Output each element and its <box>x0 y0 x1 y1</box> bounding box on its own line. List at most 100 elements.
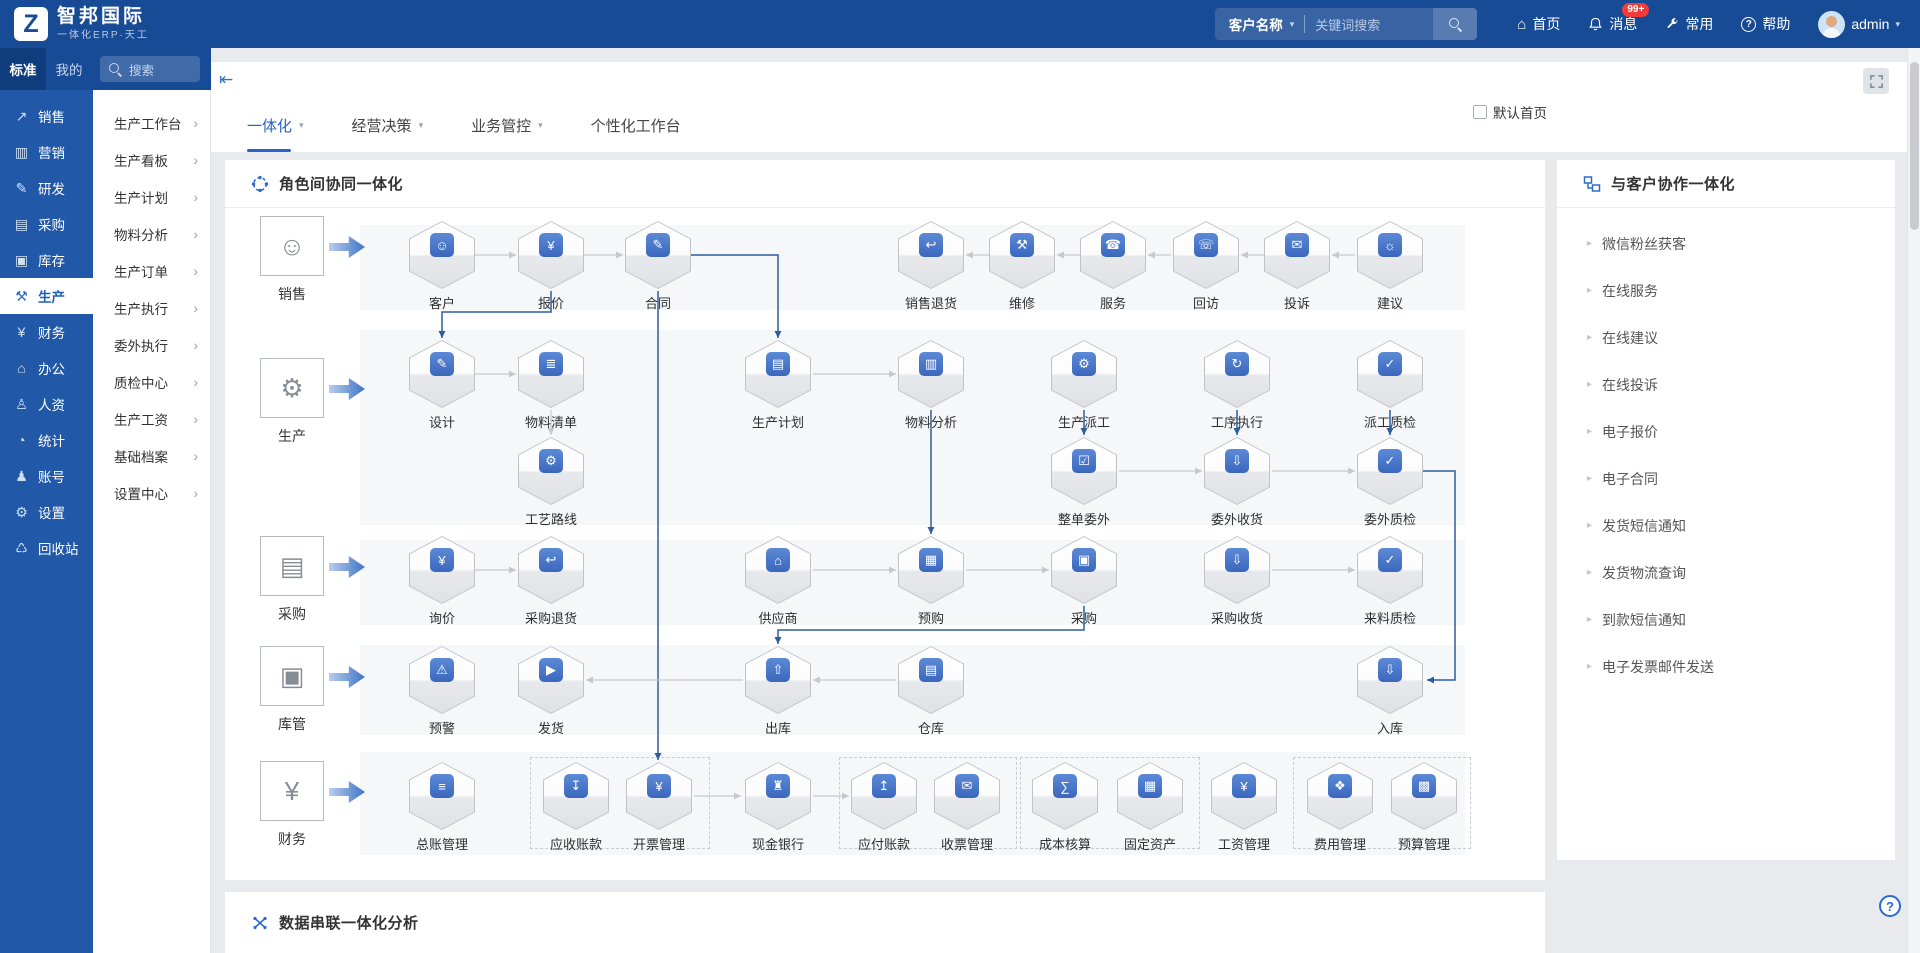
diagram-node-label[interactable]: 预警 <box>394 718 490 737</box>
diagram-node-label[interactable]: 委外收货 <box>1189 509 1285 528</box>
diagram-node-label[interactable]: 成本核算 <box>1017 834 1113 853</box>
rail-item-人资[interactable]: ♙人资 <box>0 386 93 422</box>
diagram-node-应付账款[interactable]: ↥ <box>851 762 917 830</box>
nav-home[interactable]: ⌂ 首页 <box>1517 14 1560 34</box>
diagram-node-label[interactable]: 仓库 <box>883 718 979 737</box>
sidebar-tab-standard[interactable]: 标准 <box>0 48 46 90</box>
diagram-node-label[interactable]: 维修 <box>974 293 1070 312</box>
diagram-node-工资管理[interactable]: ¥ <box>1211 762 1277 830</box>
diagram-node-label[interactable]: 合同 <box>610 293 706 312</box>
customer-item-电子报价[interactable]: ▸电子报价 <box>1557 408 1895 455</box>
diagram-node-label[interactable]: 预算管理 <box>1376 834 1472 853</box>
diagram-node-label[interactable]: 出库 <box>730 718 826 737</box>
diagram-node-label[interactable]: 派工质检 <box>1342 412 1438 431</box>
diagram-node-开票管理[interactable]: ¥ <box>626 762 692 830</box>
diagram-node-label[interactable]: 工艺路线 <box>503 509 599 528</box>
diagram-node-合同[interactable]: ✎ <box>625 221 691 289</box>
diagram-node-物料分析[interactable]: ▥ <box>898 340 964 408</box>
search-button[interactable] <box>1433 8 1477 40</box>
diagram-node-label[interactable]: 物料分析 <box>883 412 979 431</box>
diagram-node-入库[interactable]: ⇩ <box>1357 646 1423 714</box>
customer-item-发货短信通知[interactable]: ▸发货短信通知 <box>1557 502 1895 549</box>
diagram-node-预警[interactable]: ⚠ <box>409 646 475 714</box>
nav-favorites[interactable]: 常用 <box>1665 14 1713 34</box>
diagram-node-客户[interactable]: ☺ <box>409 221 475 289</box>
diagram-node-设计[interactable]: ✎ <box>409 340 475 408</box>
diagram-node-label[interactable]: 固定资产 <box>1102 834 1198 853</box>
diagram-node-发货[interactable]: ▶ <box>518 646 584 714</box>
diagram-node-建议[interactable]: ☼ <box>1357 221 1423 289</box>
diagram-node-label[interactable]: 设计 <box>394 412 490 431</box>
sidebar-search[interactable]: 搜索 <box>100 56 200 82</box>
diagram-node-整单委外[interactable]: ☑ <box>1051 437 1117 505</box>
diagram-node-label[interactable]: 供应商 <box>730 608 826 627</box>
submenu-item-生产计划[interactable]: 生产计划› <box>93 178 210 215</box>
checkbox-icon[interactable] <box>1473 105 1487 119</box>
diagram-node-回访[interactable]: ☏ <box>1173 221 1239 289</box>
diagram-node-label[interactable]: 发货 <box>503 718 599 737</box>
rail-item-办公[interactable]: ⌂办公 <box>0 350 93 386</box>
fullscreen-button[interactable] <box>1863 68 1889 94</box>
diagram-node-label[interactable]: 预购 <box>883 608 979 627</box>
diagram-node-仓库[interactable]: ▤ <box>898 646 964 714</box>
customer-item-到款短信通知[interactable]: ▸到款短信通知 <box>1557 596 1895 643</box>
diagram-node-label[interactable]: 采购 <box>1036 608 1132 627</box>
diagram-node-label[interactable]: 入库 <box>1342 718 1438 737</box>
customer-item-在线投诉[interactable]: ▸在线投诉 <box>1557 361 1895 408</box>
diagram-node-来料质检[interactable]: ✓ <box>1357 536 1423 604</box>
diagram-node-label[interactable]: 总账管理 <box>394 834 490 853</box>
diagram-node-应收账款[interactable]: ↧ <box>543 762 609 830</box>
diagram-node-label[interactable]: 来料质检 <box>1342 608 1438 627</box>
rail-item-营销[interactable]: ▥营销 <box>0 134 93 170</box>
rail-item-研发[interactable]: ✎研发 <box>0 170 93 206</box>
diagram-node-label[interactable]: 回访 <box>1158 293 1254 312</box>
diagram-node-label[interactable]: 整单委外 <box>1036 509 1132 528</box>
diagram-node-预购[interactable]: ▦ <box>898 536 964 604</box>
diagram-node-报价[interactable]: ¥ <box>518 221 584 289</box>
rail-item-采购[interactable]: ▤采购 <box>0 206 93 242</box>
submenu-item-物料分析[interactable]: 物料分析› <box>93 215 210 252</box>
diagram-node-成本核算[interactable]: ∑ <box>1032 762 1098 830</box>
diagram-node-label[interactable]: 生产派工 <box>1036 412 1132 431</box>
nav-messages[interactable]: 消息 99+ <box>1588 14 1637 34</box>
diagram-node-label[interactable]: 建议 <box>1342 293 1438 312</box>
rail-item-回收站[interactable]: ♺回收站 <box>0 530 93 566</box>
collapse-sidebar-icon[interactable]: ⇤ <box>219 70 233 90</box>
diagram-node-label[interactable]: 开票管理 <box>611 834 707 853</box>
diagram-node-询价[interactable]: ¥ <box>409 536 475 604</box>
tab-一体化[interactable]: 一体化▾ <box>247 115 304 152</box>
diagram-node-label[interactable]: 工资管理 <box>1196 834 1292 853</box>
diagram-node-总账管理[interactable]: ≡ <box>409 762 475 830</box>
rail-item-统计[interactable]: ◔统计 <box>0 422 93 458</box>
diagram-node-label[interactable]: 销售退货 <box>883 293 979 312</box>
search-category-select[interactable]: 客户名称 ▾ <box>1215 14 1305 34</box>
diagram-node-投诉[interactable]: ✉ <box>1264 221 1330 289</box>
diagram-node-采购退货[interactable]: ↩ <box>518 536 584 604</box>
diagram-node-预算管理[interactable]: ▩ <box>1391 762 1457 830</box>
diagram-node-收票管理[interactable]: ✉ <box>934 762 1000 830</box>
diagram-node-label[interactable]: 应收账款 <box>528 834 624 853</box>
customer-item-在线建议[interactable]: ▸在线建议 <box>1557 314 1895 361</box>
diagram-node-label[interactable]: 物料清单 <box>503 412 599 431</box>
customer-item-电子发票邮件发送[interactable]: ▸电子发票邮件发送 <box>1557 643 1895 690</box>
diagram-node-生产计划[interactable]: ▤ <box>745 340 811 408</box>
rail-item-库存[interactable]: ▣库存 <box>0 242 93 278</box>
tab-业务管控[interactable]: 业务管控▾ <box>471 115 543 152</box>
diagram-node-生产派工[interactable]: ⚙ <box>1051 340 1117 408</box>
diagram-node-label[interactable]: 应付账款 <box>836 834 932 853</box>
diagram-node-label[interactable]: 询价 <box>394 608 490 627</box>
diagram-node-委外质检[interactable]: ✓ <box>1357 437 1423 505</box>
customer-item-微信粉丝获客[interactable]: ▸微信粉丝获客 <box>1557 220 1895 267</box>
submenu-item-委外执行[interactable]: 委外执行› <box>93 326 210 363</box>
scrollbar-thumb[interactable] <box>1910 62 1919 230</box>
diagram-node-label[interactable]: 报价 <box>503 293 599 312</box>
sidebar-tab-mine[interactable]: 我的 <box>46 48 92 90</box>
diagram-node-供应商[interactable]: ⌂ <box>745 536 811 604</box>
submenu-item-生产执行[interactable]: 生产执行› <box>93 289 210 326</box>
search-input[interactable]: 关键词搜索 <box>1305 15 1433 34</box>
brand-logo[interactable]: Z <box>14 7 48 41</box>
diagram-node-采购[interactable]: ▣ <box>1051 536 1117 604</box>
diagram-node-label[interactable]: 收票管理 <box>919 834 1015 853</box>
diagram-node-工序执行[interactable]: ↻ <box>1204 340 1270 408</box>
diagram-node-label[interactable]: 采购退货 <box>503 608 599 627</box>
